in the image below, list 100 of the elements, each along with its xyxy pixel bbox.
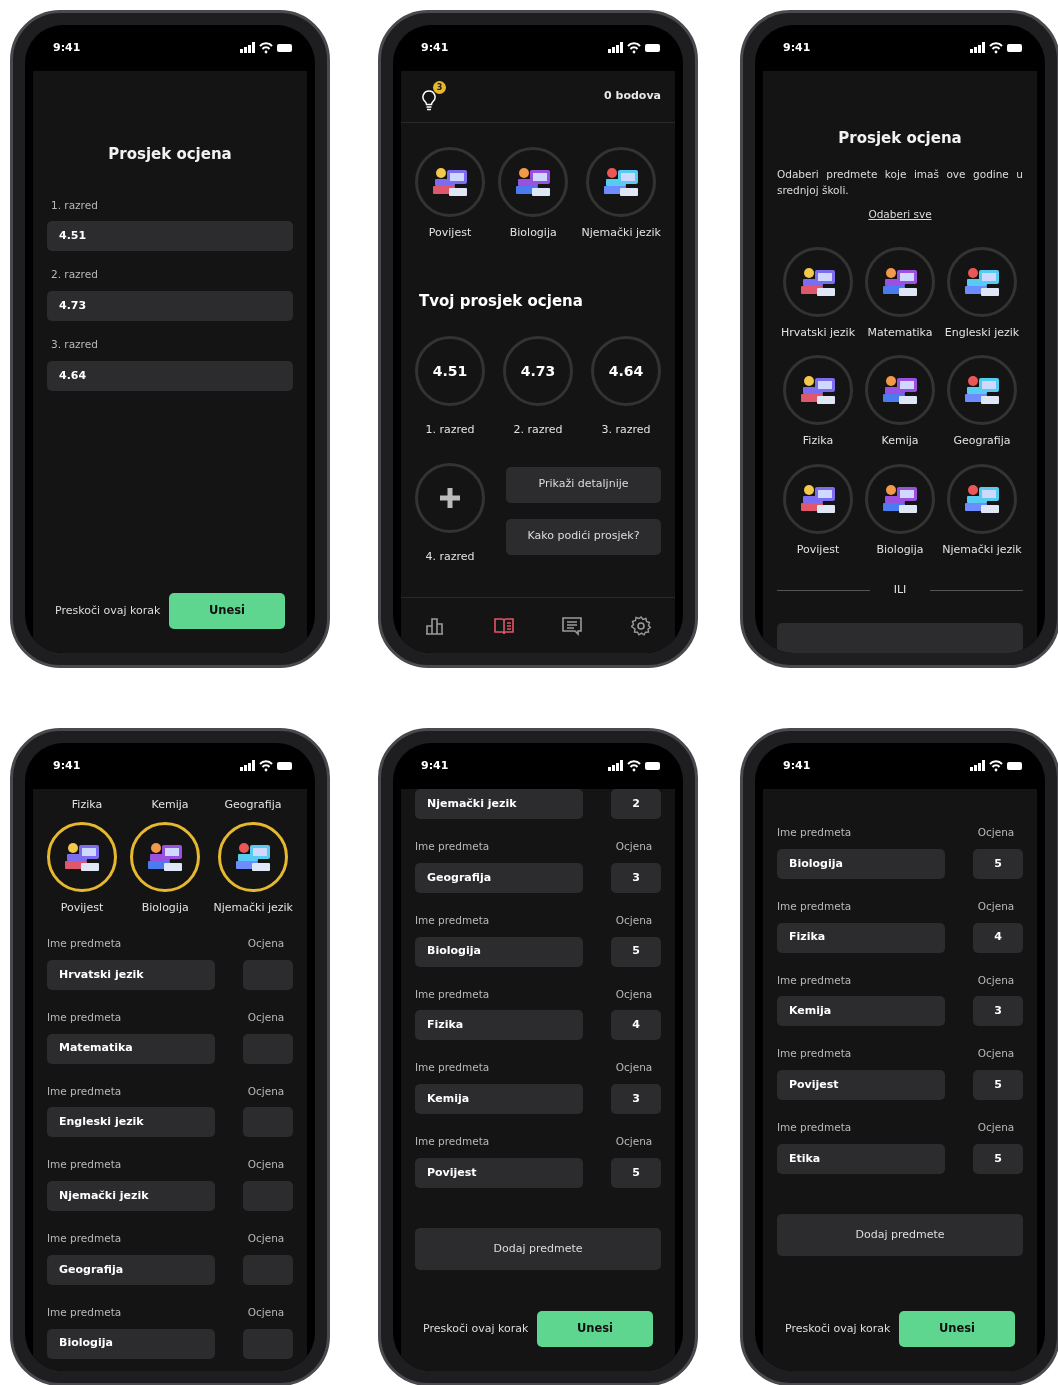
grade-field[interactable] <box>243 1181 293 1211</box>
subject-name-field[interactable]: Geografija <box>415 862 583 893</box>
grade-field[interactable]: 5 <box>973 1143 1023 1174</box>
field-label: Ime predmeta <box>47 1304 122 1320</box>
subject-name: Kemija <box>881 433 919 450</box>
grade-field[interactable]: 5 <box>973 1070 1023 1100</box>
status-time: 9:41 <box>783 757 811 774</box>
subject-name: Geografija <box>953 433 1011 450</box>
submit-button[interactable]: Unesi <box>899 1311 1015 1347</box>
subject-name-field[interactable]: Njemački jezik <box>47 1181 215 1211</box>
grade-field[interactable]: 5 <box>611 1157 661 1188</box>
subject-name: Kemija <box>150 797 190 813</box>
grade-field[interactable]: 4 <box>973 922 1023 953</box>
hint-button[interactable]: 3 <box>421 81 446 112</box>
subject-name-field[interactable]: Fizika <box>415 1010 583 1041</box>
grade-field[interactable] <box>243 959 293 990</box>
subject-name: Njemački jezik <box>213 899 293 916</box>
grade-average-field[interactable]: 4.73 <box>47 291 293 321</box>
subject-name-field[interactable]: Kemija <box>777 996 945 1027</box>
field-label: Ime predmeta <box>777 898 852 914</box>
skip-link[interactable]: Preskoči ovaj korak <box>423 1320 529 1338</box>
add-subjects-button[interactable]: Dodaj predmete <box>415 1227 661 1270</box>
field-label: Ime predmeta <box>47 1083 122 1099</box>
grade-field[interactable]: 3 <box>611 1084 661 1114</box>
grade-field[interactable]: 3 <box>611 862 661 893</box>
status-icons <box>240 760 293 772</box>
field-label: Ime predmeta <box>415 1060 490 1076</box>
grade-field[interactable] <box>243 1254 293 1285</box>
subject-name-field[interactable]: Hrvatski jezik <box>47 959 215 990</box>
field-label: Ocjena <box>246 1083 286 1099</box>
field-label: Ocjena <box>976 1046 1016 1062</box>
subject-name-field[interactable]: Povijest <box>415 1157 583 1188</box>
average-circle: 4.73 <box>503 336 573 406</box>
count-badge: 3 <box>433 81 446 94</box>
skip-link[interactable]: Preskoči ovaj korak <box>55 602 161 620</box>
action-button[interactable]: Prikaži detaljnije <box>506 466 661 503</box>
field-label: Ocjena <box>614 839 654 854</box>
grade-year-label: 2. razred <box>513 422 563 438</box>
grade-field[interactable] <box>243 1107 293 1138</box>
subject-name-field[interactable]: Etika <box>777 1143 945 1174</box>
grade-field[interactable]: 3 <box>973 996 1023 1027</box>
subject-name: Biologija <box>141 899 189 916</box>
grade-field[interactable]: 2 <box>611 789 661 819</box>
average-circle: 4.64 <box>591 336 661 406</box>
skip-link[interactable]: Preskoči ovaj korak <box>785 1320 891 1338</box>
status-time: 9:41 <box>783 39 811 56</box>
field-label: 2. razred <box>50 267 99 283</box>
field-label: Ocjena <box>614 912 654 928</box>
subject-name: Hrvatski jezik <box>780 324 855 341</box>
field-label: Ime predmeta <box>415 1134 490 1149</box>
subject-name-field[interactable]: Matematika <box>47 1033 215 1064</box>
grade-year-label: 4. razred <box>425 548 475 565</box>
grade-average-field[interactable]: 4.51 <box>47 221 293 252</box>
message-icon <box>562 615 583 636</box>
average-circle: 4.51 <box>415 336 485 406</box>
grade-field[interactable]: 4 <box>611 1010 661 1041</box>
status-icons <box>970 760 1023 772</box>
status-icons <box>970 42 1023 54</box>
subject-name-field[interactable]: Geografija <box>47 1254 215 1285</box>
grade-field[interactable]: 5 <box>973 848 1023 879</box>
field-label: Ime predmeta <box>415 839 490 854</box>
field-label: Ime predmeta <box>777 1120 852 1135</box>
lightbulb-icon <box>421 90 437 111</box>
field-label: Ime predmeta <box>47 1157 122 1173</box>
grade-field[interactable] <box>243 1328 293 1359</box>
field-label: Ime predmeta <box>415 912 490 928</box>
subject-name-field[interactable]: Fizika <box>777 922 945 953</box>
field-label: 3. razred <box>50 337 99 352</box>
field-label: Ocjena <box>976 1120 1016 1135</box>
grade-field[interactable]: 5 <box>611 936 661 967</box>
subject-name-field[interactable]: Njemački jezik <box>415 789 583 819</box>
field-label: Ime predmeta <box>47 1231 122 1246</box>
subject-name: Engleski jezik <box>944 324 1020 341</box>
grade-average-field[interactable]: 4.64 <box>47 360 293 391</box>
grade-field[interactable] <box>243 1033 293 1064</box>
field-label: Ocjena <box>614 1060 654 1076</box>
nav-tab[interactable] <box>628 613 653 638</box>
field-label: Ocjena <box>246 1157 286 1173</box>
submit-button[interactable]: Unesi <box>537 1311 653 1347</box>
subject-name: Povijest <box>428 225 472 241</box>
submit-button[interactable]: Unesi <box>169 593 285 629</box>
field-label: Ocjena <box>614 1134 654 1149</box>
subject-name-field[interactable]: Povijest <box>777 1070 945 1100</box>
subject-name: Biologija <box>509 225 557 241</box>
status-icons <box>608 760 661 772</box>
add-subjects-button[interactable]: Dodaj predmete <box>777 1213 1023 1256</box>
subject-name-field[interactable]: Biologija <box>777 848 945 879</box>
section-title: Tvoj prosjek ocjena <box>418 290 584 312</box>
status-time: 9:41 <box>421 39 449 56</box>
subject-name-field[interactable]: Biologija <box>47 1328 215 1359</box>
field-label: Ocjena <box>246 1231 286 1246</box>
description-text: Odaberi predmete koje imaš ove godine u srednjoj školi. <box>777 166 1023 199</box>
add-year-button[interactable] <box>415 462 485 533</box>
select-all-link[interactable]: Odaberi sve <box>868 207 932 223</box>
subject-name-field[interactable]: Biologija <box>415 936 583 967</box>
action-button[interactable]: Kako podići prosjek? <box>506 518 661 555</box>
field-label: Ocjena <box>976 825 1016 840</box>
subject-name: Fizika <box>802 433 834 450</box>
subject-name-field[interactable]: Engleski jezik <box>47 1107 215 1138</box>
subject-name-field[interactable]: Kemija <box>415 1084 583 1114</box>
